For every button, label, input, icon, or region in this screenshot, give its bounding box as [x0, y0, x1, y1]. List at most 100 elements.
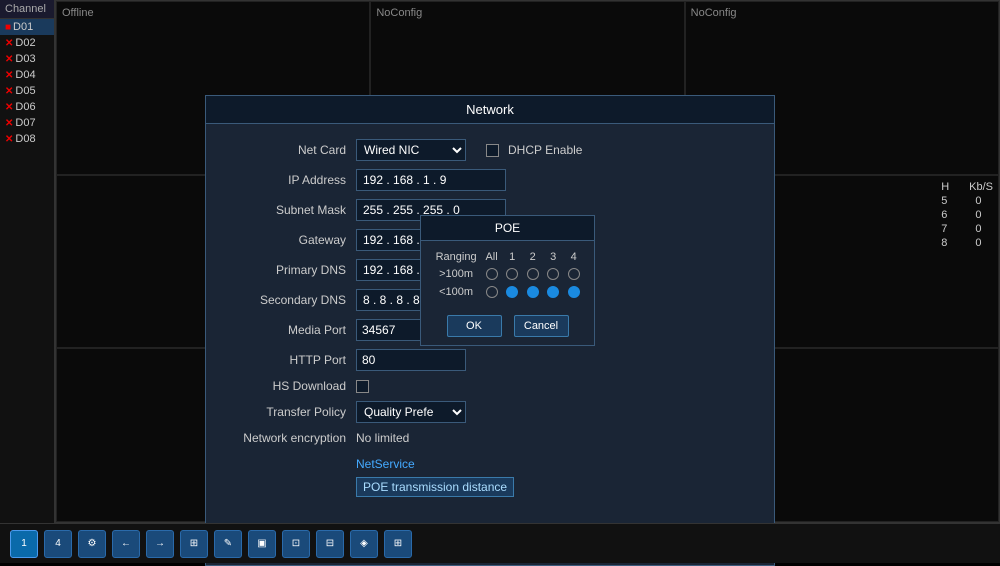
- taskbar-btn-3[interactable]: ⚙: [78, 530, 106, 558]
- taskbar-btn-layout[interactable]: ⊞: [180, 530, 208, 558]
- poe-transmission-link[interactable]: POE transmission distance: [356, 477, 514, 497]
- taskbar-btn-snapshot[interactable]: ▣: [248, 530, 276, 558]
- taskbar-btn-back[interactable]: ←: [112, 530, 140, 558]
- d05-icon: ✕: [5, 86, 13, 97]
- row1-2-radio[interactable]: [527, 268, 539, 280]
- taskbar: 1 4 ⚙ ← → ⊞ ✎ ▣ ⊡ ⊟ ◈ ⊞: [0, 523, 1000, 563]
- row2-2-radio[interactable]: [527, 286, 539, 298]
- sidebar-item-label-d05: D05: [15, 85, 35, 97]
- net-card-label: Net Card: [226, 143, 346, 157]
- taskbar-btn-network[interactable]: ⊟: [316, 530, 344, 558]
- transfer-label: Transfer Policy: [226, 405, 346, 419]
- d02-icon: ✕: [5, 38, 13, 49]
- taskbar-btn-monitor[interactable]: ⊡: [282, 530, 310, 558]
- poe-dialog-title: POE: [421, 216, 594, 241]
- net-card-select[interactable]: Wired NIC: [356, 139, 466, 161]
- poe-row-100m-minus: <100m: [431, 283, 584, 301]
- dialog-title: Network: [206, 96, 774, 124]
- sidebar-item-d06[interactable]: ✕ D06: [0, 99, 54, 115]
- stats-kbs-header: Kb/S: [969, 181, 993, 193]
- taskbar-btn-grid[interactable]: ⊞: [384, 530, 412, 558]
- stats-h-header: H: [941, 181, 949, 193]
- stats-row1-h: 5: [941, 195, 947, 207]
- monitor-icon: ⊡: [292, 538, 300, 549]
- row1-3-radio[interactable]: [547, 268, 559, 280]
- taskbar-btn-settings[interactable]: ◈: [350, 530, 378, 558]
- sidebar: Channel ■ D01 ✕ D02 ✕ D03 ✕ D04 ✕ D05 ✕ …: [0, 0, 55, 523]
- row1-4-radio[interactable]: [568, 268, 580, 280]
- gateway-label: Gateway: [226, 233, 346, 247]
- encryption-row: Network encryption No limited: [226, 431, 754, 445]
- row2-1-radio[interactable]: [506, 286, 518, 298]
- taskbar-btn-edit[interactable]: ✎: [214, 530, 242, 558]
- sidebar-item-label-d08: D08: [15, 133, 35, 145]
- snapshot-icon: ▣: [257, 538, 266, 549]
- sidebar-item-d04[interactable]: ✕ D04: [0, 67, 54, 83]
- d06-icon: ✕: [5, 102, 13, 113]
- encryption-label: Network encryption: [226, 431, 346, 445]
- row2-3-radio[interactable]: [547, 286, 559, 298]
- net-service-link[interactable]: NetService: [356, 457, 415, 471]
- subnet-label: Subnet Mask: [226, 203, 346, 217]
- sidebar-item-d08[interactable]: ✕ D08: [0, 131, 54, 147]
- hs-download-row: HS Download: [226, 379, 754, 393]
- taskbar-btn-2[interactable]: 4: [44, 530, 72, 558]
- ip-address-input[interactable]: [356, 169, 506, 191]
- settings-icon: ◈: [360, 538, 368, 549]
- d08-icon: ✕: [5, 134, 13, 145]
- media-port-label: Media Port: [226, 323, 346, 337]
- grid-icon: ⊞: [394, 538, 402, 549]
- network-icon: ⊟: [326, 538, 334, 549]
- http-port-row: HTTP Port: [226, 349, 754, 371]
- sidebar-item-label-d07: D07: [15, 117, 35, 129]
- sidebar-header: Channel: [0, 0, 54, 19]
- stats-row1-kbs: 0: [975, 195, 981, 207]
- sidebar-item-d07[interactable]: ✕ D07: [0, 115, 54, 131]
- stats-row3-kbs: 0: [975, 223, 981, 235]
- link-row: NetService: [226, 453, 754, 475]
- ip-address-row: IP Address: [226, 169, 754, 191]
- dhcp-checkbox[interactable]: [486, 144, 499, 157]
- secondary-dns-label: Secondary DNS: [226, 293, 346, 307]
- hs-download-label: HS Download: [226, 379, 346, 393]
- poe-table: Ranging All 1 2 3 4 >100m: [431, 249, 584, 301]
- stats-row2-h: 6: [941, 209, 947, 221]
- row2-all-radio[interactable]: [486, 286, 498, 298]
- taskbar-btn-forward[interactable]: →: [146, 530, 174, 558]
- encryption-value: No limited: [356, 431, 409, 445]
- all-header: All: [481, 249, 502, 265]
- net-card-row: Net Card Wired NIC DHCP Enable: [226, 139, 754, 161]
- row1-all-radio[interactable]: [486, 268, 498, 280]
- back-icon: ←: [121, 538, 131, 549]
- transfer-row: Transfer Policy Quality Prefe: [226, 401, 754, 423]
- row2-4-radio[interactable]: [568, 286, 580, 298]
- sidebar-title: Channel: [5, 3, 46, 15]
- col3-header: 3: [543, 249, 564, 265]
- taskbar-btn-1[interactable]: 1: [10, 530, 38, 558]
- col4-header: 4: [563, 249, 584, 265]
- sidebar-item-d05[interactable]: ✕ D05: [0, 83, 54, 99]
- poe-body: Ranging All 1 2 3 4 >100m: [421, 241, 594, 309]
- poe-footer: OK Cancel: [421, 309, 594, 345]
- row1-1-radio[interactable]: [506, 268, 518, 280]
- sidebar-item-d03[interactable]: ✕ D03: [0, 51, 54, 67]
- transfer-select[interactable]: Quality Prefe: [356, 401, 466, 423]
- col2-header: 2: [522, 249, 543, 265]
- sidebar-item-label-d01: D01: [13, 21, 33, 33]
- edit-icon: ✎: [224, 538, 232, 549]
- sidebar-item-label-d04: D04: [15, 69, 35, 81]
- http-port-label: HTTP Port: [226, 353, 346, 367]
- http-port-input[interactable]: [356, 349, 466, 371]
- taskbar-icon-3: ⚙: [88, 538, 97, 549]
- sidebar-item-label-d03: D03: [15, 53, 35, 65]
- hs-download-checkbox[interactable]: [356, 380, 369, 393]
- dhcp-label: DHCP Enable: [508, 143, 582, 157]
- cell-label-2: NoConfig: [376, 7, 422, 19]
- sidebar-item-d02[interactable]: ✕ D02: [0, 35, 54, 51]
- poe-ok-button[interactable]: OK: [447, 315, 502, 337]
- poe-cancel-button[interactable]: Cancel: [514, 315, 569, 337]
- row2-label: <100m: [431, 283, 481, 301]
- d03-icon: ✕: [5, 54, 13, 65]
- sidebar-item-d01[interactable]: ■ D01: [0, 19, 54, 35]
- sidebar-item-label-d06: D06: [15, 101, 35, 113]
